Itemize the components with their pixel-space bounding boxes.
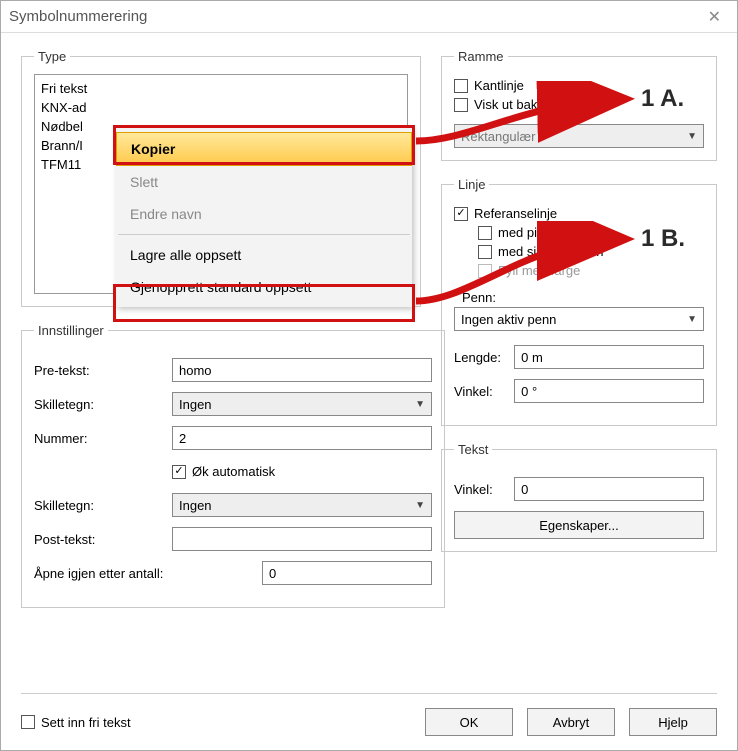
frame-shape-value: Rektangulær [461, 129, 535, 144]
pen-combo[interactable]: Ingen aktiv penn ▼ [454, 307, 704, 331]
reopen-input[interactable] [262, 561, 432, 585]
checkbox-icon [478, 226, 492, 240]
circle-end-label: med sirkel i enden [498, 244, 604, 259]
erase-behind-label: Visk ut bak rammen [474, 97, 589, 112]
auto-inc-label: Øk automatisk [192, 464, 275, 479]
ctx-restore-default[interactable]: Gjenopprett standard oppsett [116, 271, 412, 303]
pen-value: Ingen aktiv penn [461, 312, 556, 327]
line-group: Linje Referanselinje med pil i enden med… [441, 177, 717, 426]
chevron-down-icon: ▼ [687, 131, 697, 142]
chevron-down-icon: ▼ [415, 500, 425, 511]
help-button[interactable]: Hjelp [629, 708, 717, 736]
list-item[interactable]: Fri tekst [41, 79, 401, 98]
separator [118, 234, 410, 235]
sep1-value: Ingen [179, 397, 212, 412]
line-legend: Linje [454, 177, 489, 192]
refline-label: Referanselinje [474, 206, 557, 221]
sep1-label: Skilletegn: [34, 397, 164, 412]
settings-group: Innstillinger Pre-tekst: Skilletegn: Ing… [21, 323, 445, 608]
list-item[interactable]: KNX-ad [41, 98, 401, 117]
line-angle-label: Vinkel: [454, 384, 506, 399]
freetext-checkbox[interactable]: Sett inn fri tekst [21, 715, 131, 730]
checkbox-icon [478, 264, 492, 278]
border-label: Kantlinje [474, 78, 524, 93]
length-label: Lengde: [454, 350, 506, 365]
freetext-label: Sett inn fri tekst [41, 715, 131, 730]
checkbox-icon [454, 207, 468, 221]
text-group: Tekst Vinkel: Egenskaper... [441, 442, 717, 552]
properties-button[interactable]: Egenskaper... [454, 511, 704, 539]
posttext-input[interactable] [172, 527, 432, 551]
fill-color-label: Fyll med farge [498, 263, 580, 278]
settings-legend: Innstillinger [34, 323, 108, 338]
ctx-delete: Slett [116, 166, 412, 198]
frame-shape-combo[interactable]: Rektangulær ▼ [454, 124, 704, 148]
checkbox-icon [172, 465, 186, 479]
ctx-save-all[interactable]: Lagre alle oppsett [116, 239, 412, 271]
number-input[interactable] [172, 426, 432, 450]
checkbox-icon [454, 79, 468, 93]
sep1-combo[interactable]: Ingen ▼ [172, 392, 432, 416]
ctx-rename: Endre navn [116, 198, 412, 230]
separator [21, 693, 717, 694]
chevron-down-icon: ▼ [687, 314, 697, 325]
ok-button[interactable]: OK [425, 708, 513, 736]
length-input[interactable] [514, 345, 704, 369]
context-menu[interactable]: Kopier Slett Endre navn Lagre alle oppse… [116, 128, 412, 307]
pen-label: Penn: [462, 290, 704, 305]
line-angle-input[interactable] [514, 379, 704, 403]
refline-checkbox[interactable]: Referanselinje [454, 206, 704, 221]
annotation-label-a: 1 A. [641, 85, 684, 113]
text-angle-label: Vinkel: [454, 482, 506, 497]
titlebar: Symbolnummerering ✕ [1, 1, 737, 33]
ctx-copy[interactable]: Kopier [116, 132, 412, 166]
sep2-label: Skilletegn: [34, 498, 164, 513]
arrow-end-label: med pil i enden [498, 225, 586, 240]
auto-inc-checkbox[interactable]: Øk automatisk [172, 464, 432, 479]
sep2-combo[interactable]: Ingen ▼ [172, 493, 432, 517]
fill-color-checkbox: Fyll med farge [478, 263, 704, 278]
checkbox-icon [21, 715, 35, 729]
annotation-label-b: 1 B. [641, 225, 685, 253]
posttext-label: Post-tekst: [34, 532, 164, 547]
text-legend: Tekst [454, 442, 492, 457]
reopen-label: Åpne igjen etter antall: [34, 566, 254, 581]
sep2-value: Ingen [179, 498, 212, 513]
window-title: Symbolnummerering [9, 8, 700, 25]
chevron-down-icon: ▼ [415, 399, 425, 410]
type-legend: Type [34, 49, 70, 64]
checkbox-icon [454, 98, 468, 112]
checkbox-icon [478, 245, 492, 259]
frame-legend: Ramme [454, 49, 508, 64]
text-angle-input[interactable] [514, 477, 704, 501]
pretext-label: Pre-tekst: [34, 363, 164, 378]
close-icon[interactable]: ✕ [700, 7, 729, 27]
cancel-button[interactable]: Avbryt [527, 708, 615, 736]
pretext-input[interactable] [172, 358, 432, 382]
number-label: Nummer: [34, 431, 164, 446]
